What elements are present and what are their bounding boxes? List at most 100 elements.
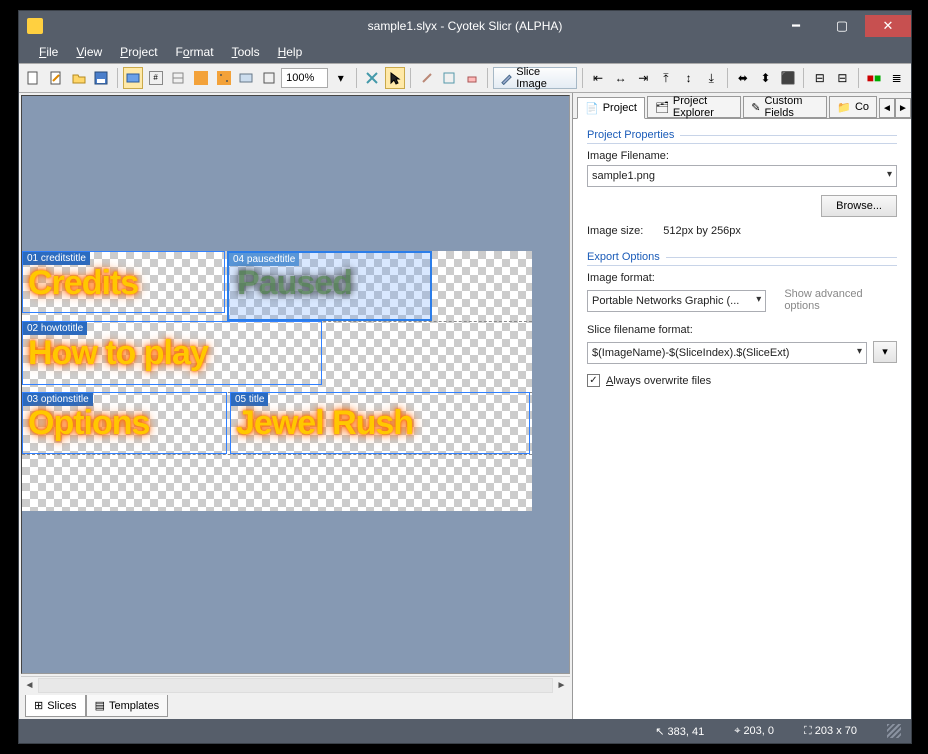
tree-icon: ⊞ <box>34 699 43 712</box>
titlebar: sample1.slyx - Cyotek Slicr (ALPHA) ━ ▢ … <box>19 11 911 41</box>
resize-grip-icon[interactable] <box>887 724 901 738</box>
tab-scroll-left-icon[interactable]: ◄ <box>879 98 895 118</box>
tree-icon: 🗂 <box>655 101 669 114</box>
scroll-left-icon[interactable]: ◄ <box>21 678 38 693</box>
view-list-icon[interactable] <box>168 67 189 89</box>
tab-project[interactable]: 📄Project <box>577 97 645 119</box>
tab-scroll-nav: ◄ ► <box>879 98 911 118</box>
show-advanced-link[interactable]: Show advanced options <box>784 288 897 312</box>
thumb-icon[interactable] <box>236 67 257 89</box>
minimize-button[interactable]: ━ <box>773 15 819 37</box>
same-size-icon[interactable]: ⬛ <box>778 67 799 89</box>
app-icon <box>27 18 43 34</box>
sprite-howto: How to play <box>28 336 208 370</box>
separator <box>858 68 859 88</box>
cursor-icon: ↖ <box>655 726 667 738</box>
slice-image-button[interactable]: Slice Image <box>493 67 576 89</box>
menu-tools[interactable]: Tools <box>232 45 260 59</box>
edit-icon[interactable] <box>46 67 67 89</box>
view-image-icon[interactable] <box>123 67 144 89</box>
tab-slices[interactable]: ⊞Slices <box>25 695 86 717</box>
doc-icon: 📄 <box>585 102 599 115</box>
new-icon[interactable] <box>23 67 44 89</box>
open-icon[interactable] <box>68 67 89 89</box>
record-icon[interactable]: ■■ <box>864 67 885 89</box>
order-icon[interactable]: ≣ <box>886 67 907 89</box>
slice-filename-format-combo[interactable]: $(ImageName)-$(SliceIndex).$(SliceExt) <box>587 342 867 364</box>
status-position: ⌖ 203, 0 <box>734 725 774 738</box>
save-icon[interactable] <box>91 67 112 89</box>
align-top-icon[interactable]: ⤒ <box>656 67 677 89</box>
grid-dots-icon[interactable] <box>213 67 234 89</box>
status-cursor: ↖ 383, 41 <box>655 725 704 738</box>
export-options-head: Export Options <box>587 251 897 266</box>
grid-orange-icon[interactable] <box>191 67 212 89</box>
sprite-credits: Credits <box>28 266 138 300</box>
menu-format[interactable]: Format <box>176 45 214 59</box>
close-button[interactable]: ✕ <box>865 15 911 37</box>
pencil-icon: ✎ <box>751 101 760 114</box>
view-num-icon[interactable]: # <box>145 67 166 89</box>
project-properties-head: Project Properties <box>587 129 897 144</box>
align-bottom-icon[interactable]: ⤓ <box>701 67 722 89</box>
sprite-options: Options <box>28 406 149 440</box>
menu-project[interactable]: Project <box>120 45 157 59</box>
image-format-combo[interactable]: Portable Networks Graphic (... <box>587 290 766 312</box>
slice-tool-icon[interactable] <box>439 67 460 89</box>
knife-icon <box>500 71 513 85</box>
slice-filename-more-button[interactable]: ▾ <box>873 341 897 363</box>
separator <box>410 68 411 88</box>
menubar: File View Project Format Tools Help <box>19 41 911 63</box>
app-window: sample1.slyx - Cyotek Slicr (ALPHA) ━ ▢ … <box>18 10 912 744</box>
dist-v-icon[interactable]: ⊟ <box>832 67 853 89</box>
zoom-field[interactable]: 100% <box>281 68 328 88</box>
browse-button[interactable]: Browse... <box>821 195 897 217</box>
folder-icon: 📁 <box>837 101 851 114</box>
image-filename-combo[interactable]: sample1.png <box>587 165 897 187</box>
scroll-track[interactable] <box>38 678 553 693</box>
slice-filename-format-label: Slice filename format: <box>587 324 897 336</box>
sprite-paused: Paused <box>237 266 352 300</box>
crop-icon[interactable] <box>362 67 383 89</box>
always-overwrite-checkbox[interactable]: ✓ <box>587 374 600 387</box>
side-pane: 📄Project 🗂Project Explorer ✎Custom Field… <box>573 93 911 719</box>
horizontal-scrollbar[interactable]: ◄ ► <box>21 676 570 693</box>
separator <box>803 68 804 88</box>
align-h-icon[interactable]: ↔ <box>610 67 631 89</box>
always-overwrite-label: Always overwrite files <box>606 375 711 387</box>
zoom-dropdown-icon[interactable]: ▾ <box>330 67 351 89</box>
same-h-icon[interactable]: ⬍ <box>755 67 776 89</box>
pointer-icon[interactable] <box>385 67 406 89</box>
eraser-icon[interactable] <box>462 67 483 89</box>
sprite-jewelrush: Jewel Rush <box>236 406 413 440</box>
align-v-icon[interactable]: ↕ <box>678 67 699 89</box>
toolbar: # 100% ▾ Slice Image ⇤ ↔ ⇥ ⤒ ↕ ⤓ ⬌ ⬍ ⬛ ⊟… <box>19 63 911 93</box>
canvas-pane: 01 creditstitle Credits 04 pausedtitle P… <box>19 93 573 719</box>
tab-more-overflow[interactable]: 📁Co <box>829 96 877 118</box>
menu-file[interactable]: File <box>39 45 58 59</box>
image-size-label: Image size: <box>587 225 643 237</box>
statusbar: ↖ 383, 41 ⌖ 203, 0 ⛶ 203 x 70 <box>19 719 911 743</box>
dist-h-icon[interactable]: ⊟ <box>809 67 830 89</box>
align-left-icon[interactable]: ⇤ <box>588 67 609 89</box>
tab-project-explorer[interactable]: 🗂Project Explorer <box>647 96 741 118</box>
menu-view[interactable]: View <box>76 45 102 59</box>
bottom-tabs: ⊞Slices ▤Templates <box>19 695 572 719</box>
tab-custom-fields[interactable]: ✎Custom Fields <box>743 96 827 118</box>
window-title: sample1.slyx - Cyotek Slicr (ALPHA) <box>368 19 563 33</box>
canvas[interactable]: 01 creditstitle Credits 04 pausedtitle P… <box>21 95 570 674</box>
align-right-icon[interactable]: ⇥ <box>633 67 654 89</box>
slice-image-label: Slice Image <box>516 66 569 90</box>
separator <box>582 68 583 88</box>
maximize-button[interactable]: ▢ <box>819 15 865 37</box>
separator <box>487 68 488 88</box>
status-selection: ⛶ 203 x 70 <box>804 725 857 738</box>
scroll-right-icon[interactable]: ► <box>553 678 570 693</box>
tab-scroll-right-icon[interactable]: ► <box>895 98 911 118</box>
wand-icon[interactable] <box>416 67 437 89</box>
same-w-icon[interactable]: ⬌ <box>733 67 754 89</box>
tab-templates[interactable]: ▤Templates <box>86 695 169 717</box>
separator <box>356 68 357 88</box>
fit-icon[interactable] <box>259 67 280 89</box>
menu-help[interactable]: Help <box>278 45 303 59</box>
